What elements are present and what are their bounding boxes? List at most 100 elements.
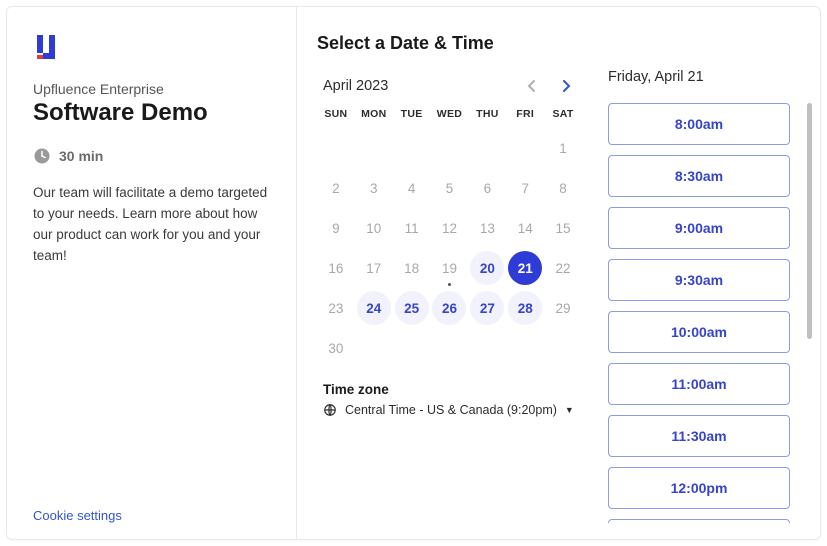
today-indicator: [448, 283, 451, 286]
calendar-week-row: 30: [317, 328, 582, 368]
duration-text: 30 min: [59, 148, 103, 164]
month-nav: [522, 76, 576, 96]
calendar-cell: [431, 128, 469, 168]
calendar-cell: [393, 128, 431, 168]
caret-down-icon: ▼: [565, 405, 574, 415]
calendar-day-disabled: 2: [319, 171, 353, 205]
timeslot-scrollbar[interactable]: [807, 103, 812, 339]
calendar-cell: 24: [355, 288, 393, 328]
calendar-header: April 2023: [317, 76, 582, 108]
calendar-day-disabled: 29: [546, 291, 580, 325]
calendar-cell: [431, 328, 469, 368]
calendar-cell: 1: [544, 128, 582, 168]
calendar-cell: [393, 328, 431, 368]
calendar-cell: 21: [506, 248, 544, 288]
calendar-day-available[interactable]: 26: [432, 291, 466, 325]
weekday-header: SUN: [317, 108, 355, 128]
calendar-cell: 4: [393, 168, 431, 208]
timeslot-button[interactable]: 9:00am: [608, 207, 790, 249]
calendar-day-disabled: 5: [432, 171, 466, 205]
calendar-cell: 2: [317, 168, 355, 208]
calendar-cell: 29: [544, 288, 582, 328]
calendar-week-row: 1: [317, 128, 582, 168]
page-title: Select a Date & Time: [317, 33, 582, 54]
calendar-cell: 23: [317, 288, 355, 328]
calendar-cell: 3: [355, 168, 393, 208]
calendar-cell: 10: [355, 208, 393, 248]
timeslot-button[interactable]: 11:30am: [608, 415, 790, 457]
event-sidebar: Upfluence Enterprise Software Demo 30 mi…: [7, 7, 297, 539]
calendar-week-row: 16171819202122: [317, 248, 582, 288]
timeslot-button[interactable]: 11:00am: [608, 363, 790, 405]
logo-icon: [33, 33, 61, 61]
next-month-button[interactable]: [556, 76, 576, 96]
calendar-day-disabled: 10: [357, 211, 391, 245]
calendar-cell: 28: [506, 288, 544, 328]
duration-row: 30 min: [33, 147, 270, 165]
calendar-day-available[interactable]: 25: [395, 291, 429, 325]
calendar-cell: 20: [468, 248, 506, 288]
weekday-header: MON: [355, 108, 393, 128]
calendar-day-disabled: 7: [508, 171, 542, 205]
calendar-cell: [506, 328, 544, 368]
calendar-cell: [468, 128, 506, 168]
calendar-day-disabled: 30: [319, 331, 353, 365]
calendar-day-disabled: 18: [395, 251, 429, 285]
prev-month-button[interactable]: [522, 76, 542, 96]
timeslot-button[interactable]: 8:30am: [608, 155, 790, 197]
calendar-cell: 13: [468, 208, 506, 248]
calendar-day-disabled: 23: [319, 291, 353, 325]
calendar-day-selected[interactable]: 21: [508, 251, 542, 285]
calendar-cell: [506, 128, 544, 168]
clock-icon: [33, 147, 51, 165]
timezone-select[interactable]: Central Time - US & Canada (9:20pm) ▼: [323, 403, 582, 417]
event-title: Software Demo: [33, 99, 270, 127]
calendar-cell: 18: [393, 248, 431, 288]
weekday-header-row: SUNMONTUEWEDTHUFRISAT: [317, 108, 582, 128]
calendar-day-disabled: 6: [470, 171, 504, 205]
calendar-cell: 11: [393, 208, 431, 248]
calendar-day-available[interactable]: 27: [470, 291, 504, 325]
timezone-label: Time zone: [323, 382, 582, 397]
timeslot-button[interactable]: 9:30am: [608, 259, 790, 301]
timezone-value: Central Time - US & Canada (9:20pm): [345, 403, 557, 417]
calendar-cell: 6: [468, 168, 506, 208]
calendar-cell: 30: [317, 328, 355, 368]
scheduling-card: Upfluence Enterprise Software Demo 30 mi…: [6, 6, 821, 540]
globe-icon: [323, 403, 337, 417]
calendar-day-available[interactable]: 24: [357, 291, 391, 325]
calendar-cell: [317, 128, 355, 168]
calendar-day-disabled: 3: [357, 171, 391, 205]
weekday-header: TUE: [393, 108, 431, 128]
month-label: April 2023: [323, 78, 388, 94]
organization-name: Upfluence Enterprise: [33, 81, 270, 97]
calendar-week-row: 23242526272829: [317, 288, 582, 328]
calendar-day-available[interactable]: 28: [508, 291, 542, 325]
timeslot-list: 8:00am 8:30am 9:00am 9:30am 10:00am 11:00am 11…: [608, 103, 812, 523]
calendar-cell: 16: [317, 248, 355, 288]
timeslot-button[interactable]: 12:30pm: [608, 519, 790, 523]
calendar-day-disabled: 19: [432, 251, 466, 285]
calendar-panel: Select a Date & Time April 2023 SUNMONTU…: [297, 7, 592, 539]
calendar-week-row: 9101112131415: [317, 208, 582, 248]
calendar-cell: 8: [544, 168, 582, 208]
calendar-cell: 9: [317, 208, 355, 248]
calendar-cell: [544, 328, 582, 368]
cookie-settings-link[interactable]: Cookie settings: [33, 508, 270, 523]
calendar-day-disabled: 8: [546, 171, 580, 205]
timeslot-button[interactable]: 12:00pm: [608, 467, 790, 509]
timeslot-panel: Friday, April 21 8:00am8:30am9:00am9:30a…: [592, 7, 820, 539]
calendar-cell: [468, 328, 506, 368]
calendar-day-disabled: 11: [395, 211, 429, 245]
calendar-day-disabled: 9: [319, 211, 353, 245]
calendar-cell: [355, 328, 393, 368]
weekday-header: THU: [468, 108, 506, 128]
calendar-week-row: 2345678: [317, 168, 582, 208]
timeslot-button[interactable]: 10:00am: [608, 311, 790, 353]
calendar-day-disabled: 1: [546, 131, 580, 165]
weekday-header: SAT: [544, 108, 582, 128]
calendar-day-available[interactable]: 20: [470, 251, 504, 285]
calendar-cell: 19: [431, 248, 469, 288]
timeslot-button[interactable]: 8:00am: [608, 103, 790, 145]
calendar-cell: 25: [393, 288, 431, 328]
